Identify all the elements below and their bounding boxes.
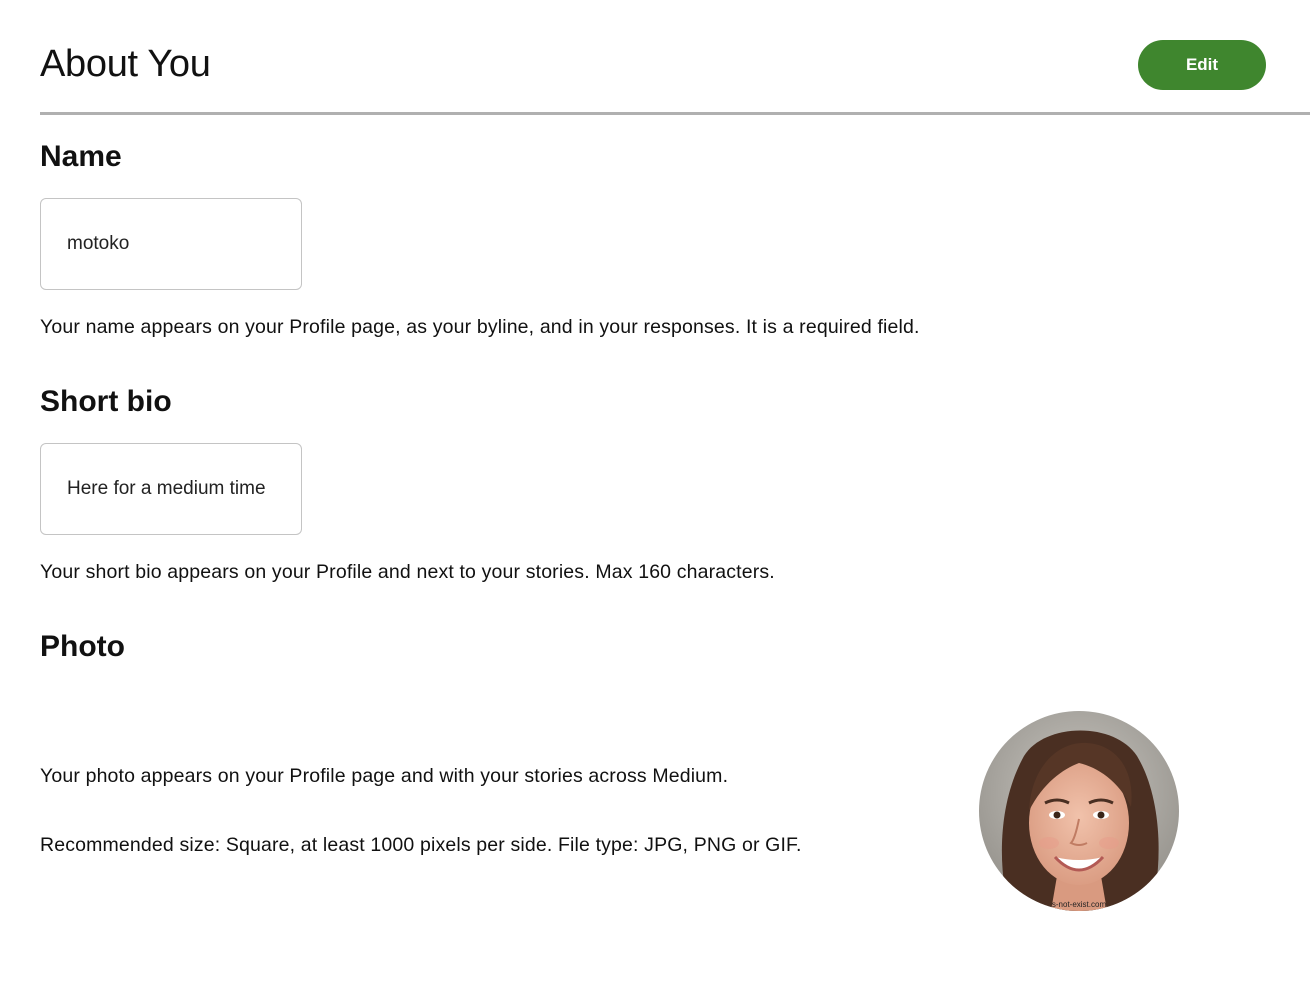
name-section-title: Name <box>40 140 122 173</box>
edit-button[interactable]: Edit <box>1138 40 1266 90</box>
photo-recommendation-text: Recommended size: Square, at least 1000 … <box>40 834 802 856</box>
bio-section-title: Short bio <box>40 385 172 418</box>
avatar-face-image: s-not-exist.com <box>979 711 1179 911</box>
bio-input[interactable] <box>67 444 277 534</box>
name-help-text: Your name appears on your Profile page, … <box>40 316 920 338</box>
header-divider <box>40 112 1310 115</box>
photo-help-text: Your photo appears on your Profile page … <box>40 765 729 787</box>
name-input[interactable] <box>67 199 277 289</box>
profile-photo-avatar[interactable]: s-not-exist.com <box>979 711 1179 911</box>
name-field-box[interactable] <box>40 198 302 290</box>
page-title: About You <box>40 43 211 85</box>
avatar-watermark: s-not-exist.com <box>1052 900 1107 909</box>
bio-help-text: Your short bio appears on your Profile a… <box>40 561 775 583</box>
bio-field-box[interactable] <box>40 443 302 535</box>
photo-section-title: Photo <box>40 630 125 663</box>
about-you-page: About You Edit Name Your name appears on… <box>0 0 1310 990</box>
